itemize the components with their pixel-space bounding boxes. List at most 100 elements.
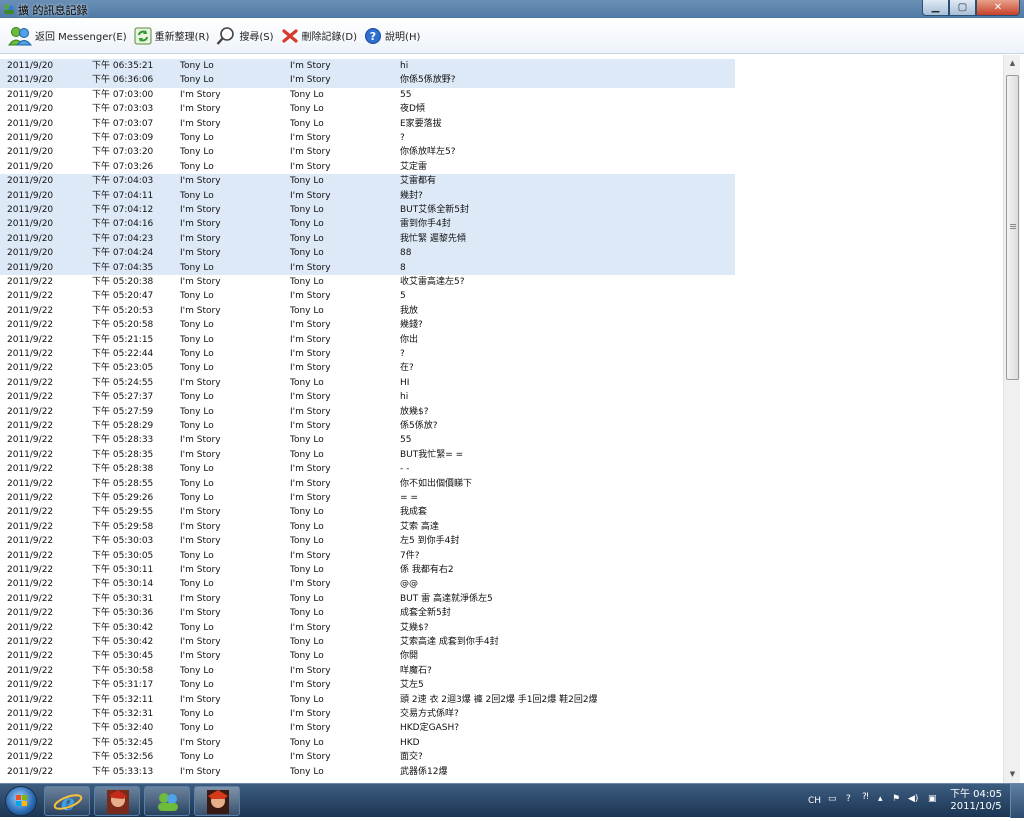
- message-row[interactable]: 2011/9/22 下午 05:27:37 Tony Lo I'm Story hi: [0, 390, 1000, 404]
- message-row[interactable]: 2011/9/22 下午 05:20:53 I'm Story Tony Lo 我放: [0, 304, 1000, 318]
- message-row[interactable]: 2011/9/22 下午 05:30:45 I'm Story Tony Lo 你開: [0, 649, 1000, 663]
- message-row[interactable]: 2011/9/20 下午 07:04:35 Tony Lo I'm Story 8: [0, 260, 1000, 275]
- message-history-list[interactable]: 2011/9/20 下午 06:35:21 Tony Lo I'm Story hi 20…: [0, 55, 1003, 783]
- message-row[interactable]: 2011/9/22 下午 05:30:11 I'm Story Tony Lo 係 我都…: [0, 563, 1000, 577]
- message-row[interactable]: 2011/9/20 下午 07:04:23 I'm Story Tony Lo 我忙緊 …: [0, 231, 1000, 247]
- message-row[interactable]: 2011/9/22 下午 05:23:05 Tony Lo I'm Story 在?: [0, 361, 1000, 375]
- message-text: BUT我忙緊= =: [400, 449, 464, 460]
- message-text: 艾左5: [400, 680, 424, 691]
- message-row[interactable]: 2011/9/22 下午 05:33:13 I'm Story Tony Lo 武器係1…: [0, 765, 1000, 779]
- windows-logo-icon: [16, 795, 27, 806]
- message-row[interactable]: 2011/9/22 下午 05:30:42 Tony Lo I'm Story 艾幾$?: [0, 621, 1000, 635]
- message-row[interactable]: 2011/9/22 下午 05:32:40 Tony Lo I'm Story HKD定…: [0, 721, 1000, 735]
- message-row[interactable]: 2011/9/22 下午 05:29:26 Tony Lo I'm Story = =: [0, 491, 1000, 505]
- message-row[interactable]: 2011/9/22 下午 05:30:14 Tony Lo I'm Story @@: [0, 577, 1000, 591]
- message-row[interactable]: 2011/9/22 下午 05:24:55 I'm Story Tony Lo HI: [0, 376, 1000, 390]
- start-button[interactable]: [5, 786, 37, 816]
- scroll-down-button[interactable]: ▼: [1004, 766, 1021, 783]
- help-button[interactable]: ? 說明(H): [362, 22, 425, 50]
- message-row[interactable]: 2011/9/20 下午 07:03:03 I'm Story Tony Lo 夜D傾: [0, 102, 1000, 116]
- message-row[interactable]: 2011/9/20 下午 06:36:06 Tony Lo I'm Story 你係5係…: [0, 73, 1000, 88]
- taskbar-internet-explorer[interactable]: e: [44, 786, 90, 816]
- message-row[interactable]: 2011/9/22 下午 05:28:55 Tony Lo I'm Story 你不如出…: [0, 477, 1000, 491]
- message-row[interactable]: 2011/9/22 下午 05:28:38 Tony Lo I'm Story - -: [0, 462, 1000, 476]
- message-row[interactable]: 2011/9/20 下午 07:03:26 Tony Lo I'm Story 艾定雷: [0, 160, 1000, 174]
- scroll-thumb[interactable]: [1006, 75, 1019, 380]
- message-from: Tony Lo: [180, 161, 214, 172]
- message-row[interactable]: 2011/9/22 下午 05:20:47 Tony Lo I'm Story 5: [0, 289, 1000, 303]
- messenger-icon: [158, 793, 178, 811]
- message-row[interactable]: 2011/9/22 下午 05:30:36 I'm Story Tony Lo 成套全新…: [0, 606, 1000, 620]
- message-row[interactable]: 2011/9/20 下午 06:35:21 Tony Lo I'm Story hi: [0, 59, 1000, 74]
- message-to: Tony Lo: [290, 694, 324, 705]
- message-row[interactable]: 2011/9/22 下午 05:28:29 Tony Lo I'm Story 係5係放…: [0, 419, 1000, 433]
- message-date: 2011/9/22: [7, 449, 54, 460]
- message-row[interactable]: 2011/9/22 下午 05:30:03 I'm Story Tony Lo 左5 到…: [0, 534, 1000, 548]
- message-row[interactable]: 2011/9/22 下午 05:28:35 I'm Story Tony Lo BUT我…: [0, 448, 1000, 462]
- back-to-messenger-button[interactable]: 返回 Messenger(E): [6, 22, 132, 50]
- message-row[interactable]: 2011/9/20 下午 07:04:16 I'm Story Tony Lo 雷到你手…: [0, 217, 1000, 232]
- search-button[interactable]: 搜尋(S): [214, 22, 278, 50]
- help-icon[interactable]: ?: [846, 794, 851, 804]
- message-row[interactable]: 2011/9/22 下午 05:20:58 Tony Lo I'm Story 幾錢?: [0, 318, 1000, 332]
- message-row[interactable]: 2011/9/20 下午 07:04:12 I'm Story Tony Lo BUT艾…: [0, 203, 1000, 218]
- maximize-button[interactable]: ▢: [949, 0, 976, 16]
- close-button[interactable]: ✕: [976, 0, 1020, 16]
- message-row[interactable]: 2011/9/22 下午 05:21:15 Tony Lo I'm Story 你出: [0, 333, 1000, 347]
- message-row[interactable]: 2011/9/20 下午 07:04:11 Tony Lo I'm Story 幾封?: [0, 188, 1000, 203]
- message-row[interactable]: 2011/9/22 下午 05:30:58 Tony Lo I'm Story 咩魔石?: [0, 664, 1000, 678]
- message-to: I'm Story: [290, 665, 331, 676]
- message-row[interactable]: 2011/9/20 下午 07:03:20 Tony Lo I'm Story 你係放咩…: [0, 145, 1000, 159]
- message-row[interactable]: 2011/9/20 下午 07:03:07 I'm Story Tony Lo E家要落…: [0, 117, 1000, 131]
- message-row[interactable]: 2011/9/20 下午 07:04:24 I'm Story Tony Lo 88: [0, 246, 1000, 261]
- network-icon[interactable]: ▣: [928, 794, 937, 804]
- refresh-button[interactable]: 重新整理(R): [132, 22, 215, 50]
- message-row[interactable]: 2011/9/22 下午 05:20:38 I'm Story Tony Lo 收艾雷高…: [0, 275, 1000, 289]
- message-row[interactable]: 2011/9/22 下午 05:32:45 I'm Story Tony Lo HKD: [0, 736, 1000, 750]
- close-icon: ✕: [993, 2, 1003, 13]
- keyboard-icon[interactable]: ▭: [828, 794, 837, 804]
- taskbar-game-app-2[interactable]: [194, 786, 240, 816]
- message-from: Tony Lo: [180, 147, 214, 158]
- message-row[interactable]: 2011/9/22 下午 05:30:42 I'm Story Tony Lo 艾索高達…: [0, 635, 1000, 649]
- scroll-up-button[interactable]: ▲: [1004, 55, 1021, 72]
- message-row[interactable]: 2011/9/22 下午 05:32:11 I'm Story Tony Lo 頭 2速…: [0, 693, 1000, 707]
- message-text: 武器係12爆: [400, 766, 448, 777]
- message-row[interactable]: 2011/9/22 下午 05:30:31 I'm Story Tony Lo BUT …: [0, 592, 1000, 606]
- message-text: 我忙緊 遲黎先傾: [400, 233, 466, 244]
- ime-icon[interactable]: ⁈: [862, 792, 869, 802]
- clock[interactable]: 下午 04:05 2011/10/5: [950, 789, 1002, 813]
- delete-history-button[interactable]: 刪除記錄(D): [279, 22, 363, 50]
- message-text: 幾錢?: [400, 320, 423, 331]
- message-row[interactable]: 2011/9/22 下午 05:30:05 Tony Lo I'm Story 7件?: [0, 549, 1000, 563]
- message-text: 7件?: [400, 550, 420, 561]
- volume-icon[interactable]: ◀): [908, 794, 918, 804]
- message-time: 下午 05:24:55: [92, 377, 154, 388]
- message-text: 艾雷都有: [400, 176, 437, 187]
- message-row[interactable]: 2011/9/22 下午 05:28:33 I'm Story Tony Lo 55: [0, 433, 1000, 447]
- message-row[interactable]: 2011/9/22 下午 05:31:17 Tony Lo I'm Story 艾左5: [0, 678, 1000, 692]
- message-row[interactable]: 2011/9/22 下午 05:27:59 Tony Lo I'm Story 放幾$?: [0, 405, 1000, 419]
- vertical-scrollbar[interactable]: ▲ ▼: [1003, 55, 1020, 783]
- message-row[interactable]: 2011/9/22 下午 05:32:56 Tony Lo I'm Story 面交?: [0, 750, 1000, 764]
- taskbar-game-app[interactable]: [94, 786, 140, 816]
- minimize-button[interactable]: ▁: [922, 0, 949, 16]
- message-text: 你係5係放野?: [400, 75, 456, 86]
- message-time: 下午 05:28:35: [92, 449, 154, 460]
- message-row[interactable]: 2011/9/20 下午 07:03:09 Tony Lo I'm Story?: [0, 131, 1000, 145]
- message-row[interactable]: 2011/9/22 下午 05:32:31 Tony Lo I'm Story 交易方式…: [0, 707, 1000, 721]
- message-row[interactable]: 2011/9/22 下午 05:22:44 Tony Lo I'm Story?: [0, 347, 1000, 361]
- message-row[interactable]: 2011/9/22 下午 05:29:58 I'm Story Tony Lo 艾索 高…: [0, 520, 1000, 534]
- flag-icon[interactable]: ⚑: [892, 794, 900, 804]
- message-row[interactable]: 2011/9/20 下午 07:04:03 I'm Story Tony Lo 艾雷都有: [0, 174, 1000, 189]
- message-date: 2011/9/22: [7, 608, 54, 619]
- chevron-up-icon[interactable]: ▴: [878, 794, 883, 804]
- language-indicator[interactable]: CH: [808, 796, 821, 806]
- message-row[interactable]: 2011/9/22 下午 05:29:55 I'm Story Tony Lo 我成套: [0, 505, 1000, 519]
- message-date: 2011/9/22: [7, 349, 54, 359]
- taskbar-messenger[interactable]: [144, 786, 190, 816]
- message-time: 下午 05:30:31: [92, 593, 154, 604]
- message-row[interactable]: 2011/9/20 下午 07:03:00 I'm Story Tony Lo 55: [0, 88, 1000, 102]
- message-date: 2011/9/22: [7, 579, 54, 590]
- show-desktop-button[interactable]: [1010, 784, 1024, 818]
